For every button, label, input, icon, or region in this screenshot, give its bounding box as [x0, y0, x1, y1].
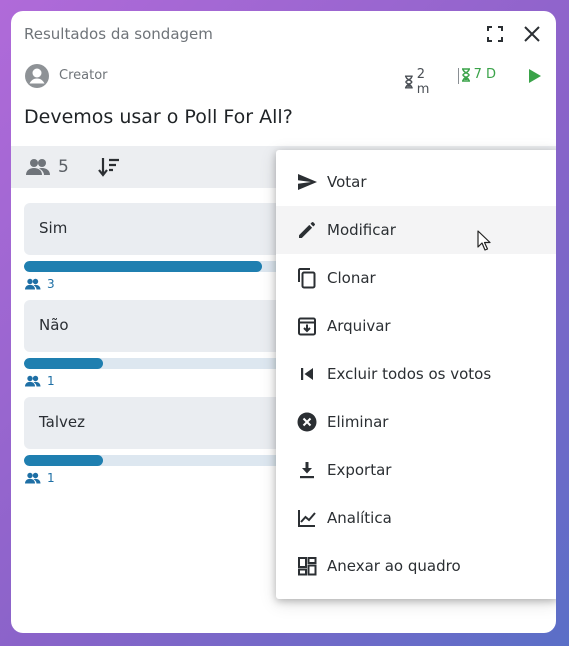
- remaining-timer: 7 D: [461, 67, 496, 82]
- participant-count: 5: [58, 157, 69, 177]
- sort-icon[interactable]: [97, 156, 121, 178]
- timer-divider: [458, 68, 459, 84]
- fullscreen-icon[interactable]: [485, 24, 505, 44]
- option-label: Não: [39, 316, 69, 334]
- avatar: [25, 64, 49, 88]
- menu-item-votar[interactable]: Votar: [276, 158, 556, 206]
- vote-count: 3: [24, 276, 55, 292]
- menu-item-clonar[interactable]: Clonar: [276, 254, 556, 302]
- menu-item-label: Eliminar: [327, 413, 389, 431]
- skip-previous-icon: [301, 368, 313, 380]
- elapsed-timer: 2 m: [404, 67, 441, 97]
- vote-count-text: 1: [47, 471, 55, 485]
- download-icon: [300, 462, 314, 479]
- vote-count: 1: [24, 470, 55, 486]
- voters-icon: [25, 472, 41, 484]
- menu-item-label: Votar: [327, 173, 367, 191]
- elapsed-timer-text: 2 m: [416, 67, 430, 97]
- vote-count-text: 1: [47, 374, 55, 388]
- option-box: Não: [24, 300, 292, 352]
- voters-icon: [25, 375, 41, 387]
- menu-item-label: Analítica: [327, 509, 392, 527]
- copy-icon: [298, 268, 316, 289]
- menu-item-label: Excluir todos os votos: [327, 365, 492, 383]
- timers: 2 m 7 D: [404, 66, 544, 97]
- mouse-cursor-icon: [477, 230, 491, 251]
- menu-item-arquivar[interactable]: Arquivar: [276, 302, 556, 350]
- chart-line-icon: [298, 510, 316, 527]
- menu-item-label: Exportar: [327, 461, 392, 479]
- remaining-timer-text: 7 D: [473, 67, 496, 82]
- creator-name: Creator: [59, 68, 108, 83]
- vote-progress-fill: [24, 455, 103, 466]
- vote-progress-bar: [24, 455, 292, 466]
- option-label: Sim: [39, 219, 68, 237]
- option-box: Sim: [24, 203, 292, 255]
- menu-item-label: Arquivar: [327, 317, 391, 335]
- hourglass-icon: [461, 67, 470, 82]
- play-icon[interactable]: [524, 66, 544, 86]
- voters-icon: [25, 278, 41, 290]
- menu-item-exportar[interactable]: Exportar: [276, 446, 556, 494]
- vote-progress-fill: [24, 358, 103, 369]
- archive-icon: [298, 317, 316, 336]
- vote-count: 1: [24, 373, 55, 389]
- participants-icon: [26, 159, 50, 175]
- menu-item-label: Modificar: [327, 221, 396, 239]
- close-circle-icon: [297, 412, 317, 432]
- option-box: Talvez: [24, 397, 292, 449]
- pencil-icon: [299, 222, 315, 238]
- send-icon: [298, 174, 317, 190]
- menu-item-anexar-quadro[interactable]: Anexar ao quadro: [276, 542, 556, 590]
- menu-item-excluir-votos[interactable]: Excluir todos os votos: [276, 350, 556, 398]
- hourglass-icon: [404, 75, 413, 89]
- menu-item-label: Clonar: [327, 269, 376, 287]
- vote-progress-bar: [24, 358, 292, 369]
- creator-row: Creator 2 m 7 D: [24, 63, 544, 97]
- poll-results-card: Resultados da sondagem Creator 2 m 7 D D…: [11, 11, 556, 633]
- menu-item-label: Anexar ao quadro: [327, 557, 461, 575]
- menu-item-modificar[interactable]: Modificar: [276, 206, 556, 254]
- dashboard-icon: [298, 557, 317, 576]
- vote-progress-fill: [24, 261, 262, 272]
- poll-question: Devemos usar o Poll For All?: [24, 106, 293, 128]
- menu-item-eliminar[interactable]: Eliminar: [276, 398, 556, 446]
- vote-progress-bar: [24, 261, 292, 272]
- menu-item-analitica[interactable]: Analítica: [276, 494, 556, 542]
- option-label: Talvez: [39, 413, 86, 431]
- poll-actions-menu: Votar Modificar Clonar Arquivar Excluir …: [276, 150, 556, 599]
- page-title: Resultados da sondagem: [24, 25, 213, 43]
- close-icon[interactable]: [522, 24, 542, 44]
- vote-count-text: 3: [47, 277, 55, 291]
